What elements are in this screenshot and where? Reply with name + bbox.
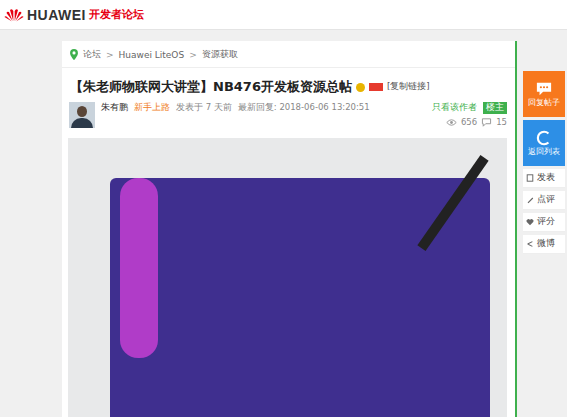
huawei-logo-icon[interactable] bbox=[4, 7, 24, 23]
post-card: 论坛 > Huawei LiteOS > 资源获取【朱老师物联网大讲堂】NB476开发板… bbox=[62, 41, 517, 417]
author-rank: 新手上路 bbox=[134, 102, 170, 114]
side-button[interactable]: 返回列表 bbox=[523, 120, 565, 166]
floor-badge: 楼主 bbox=[483, 102, 507, 114]
copy-link[interactable]: [复制链接] bbox=[387, 81, 430, 93]
view-count: 656 bbox=[461, 117, 477, 127]
content-area: 论坛 > Huawei LiteOS > 资源获取【朱老师物联网大讲堂】NB476开发板… bbox=[0, 30, 567, 417]
author-name[interactable]: 朱有鹏 bbox=[101, 102, 128, 114]
forum-name[interactable]: 开发者论坛 bbox=[89, 7, 144, 22]
board-photo bbox=[68, 138, 507, 417]
side-link-icon bbox=[526, 174, 534, 182]
last-reply: 最新回复: 2018-06-06 13:20:51 bbox=[238, 102, 370, 114]
side-button[interactable]: 回复帖子 bbox=[523, 71, 565, 117]
side-link[interactable]: 发表 bbox=[523, 169, 565, 188]
breadcrumb-item[interactable]: 资源获取 bbox=[202, 48, 238, 61]
breadcrumb-item[interactable]: Huawei LiteOS bbox=[119, 50, 185, 60]
side-toolbar: 回复帖子返回列表发表点评评分微博 bbox=[523, 71, 565, 254]
side-link-icon bbox=[526, 240, 534, 248]
avatar-icon[interactable] bbox=[69, 102, 95, 128]
medal-icon bbox=[356, 83, 365, 92]
return-arrow-icon bbox=[535, 130, 553, 146]
side-link-icon bbox=[526, 218, 534, 226]
comment-icon bbox=[481, 118, 492, 127]
breadcrumb-separator: > bbox=[106, 50, 114, 60]
post-title: 【朱老师物联网大讲堂】NB476开发板资源总帖 bbox=[70, 78, 352, 96]
title-row: 【朱老师物联网大讲堂】NB476开发板资源总帖 [复制链接] bbox=[62, 68, 515, 100]
breadcrumb: 论坛 > Huawei LiteOS > 资源获取 bbox=[62, 41, 515, 68]
post-meta: 朱有鹏新手上路发表于 7 天前最新回复: 2018-06-06 13:20:51… bbox=[62, 100, 515, 134]
location-pin-icon bbox=[70, 49, 78, 60]
only-author-link[interactable]: 只看该作者 bbox=[432, 102, 477, 114]
breadcrumb-item[interactable]: 论坛 bbox=[83, 48, 101, 61]
page: HUAWEI开发者论坛论坛 > Huawei LiteOS > 资源获取【朱老师物联网大… bbox=[0, 0, 567, 417]
side-link[interactable]: 评分 bbox=[523, 213, 565, 232]
reply-count: 15 bbox=[496, 117, 507, 127]
side-link[interactable]: 点评 bbox=[523, 191, 565, 210]
top-bar: HUAWEI开发者论坛 bbox=[0, 0, 567, 30]
brand-name[interactable]: HUAWEI bbox=[27, 7, 86, 23]
posted-time: 发表于 7 天前 bbox=[176, 102, 232, 114]
breadcrumb-separator: > bbox=[189, 50, 197, 60]
reply-bubble-icon bbox=[535, 81, 553, 97]
hot-icon bbox=[369, 83, 383, 91]
side-link-icon bbox=[526, 196, 534, 204]
eye-icon bbox=[446, 118, 457, 127]
side-link[interactable]: 微博 bbox=[523, 235, 565, 254]
